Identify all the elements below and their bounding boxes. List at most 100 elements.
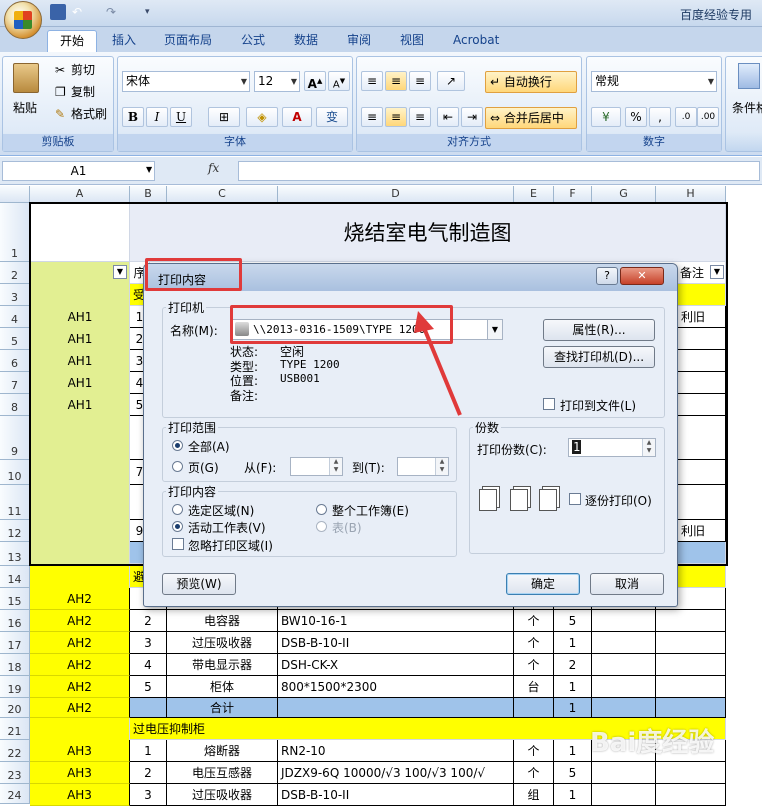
cell-h8[interactable] xyxy=(678,394,726,416)
align-middle-icon[interactable]: ≡ xyxy=(385,71,407,91)
cell-a8[interactable]: AH1 xyxy=(30,394,130,416)
column-header-6[interactable]: F xyxy=(554,186,592,203)
cell-a[interactable]: AH2 xyxy=(30,676,130,698)
cell-a[interactable]: AH3 xyxy=(30,784,130,806)
cell-b[interactable] xyxy=(130,698,167,718)
insert-function-icon[interactable]: fx xyxy=(208,161,236,181)
format-painter-icon[interactable]: ✎ xyxy=(55,105,65,123)
number-format-combo[interactable]: 常规 ▼ xyxy=(591,71,717,92)
column-header-8[interactable]: H xyxy=(656,186,726,203)
entire-workbook-radio[interactable] xyxy=(316,504,327,515)
copy-button[interactable]: 复制 xyxy=(71,83,95,101)
cell-c[interactable]: 带电显示器 xyxy=(167,654,278,676)
wrap-text-button[interactable]: ↵ 自动换行 xyxy=(485,71,577,93)
cell-d[interactable]: RN2-10 xyxy=(278,740,514,762)
cell-h11[interactable] xyxy=(678,485,726,520)
row-header-10[interactable]: 10 xyxy=(0,460,30,485)
column-header-4[interactable]: D xyxy=(278,186,514,203)
chevron-down-icon[interactable]: ▼ xyxy=(487,320,502,339)
tab-home[interactable]: 开始 xyxy=(47,30,98,53)
cancel-button[interactable]: 取消 xyxy=(590,573,664,595)
column-header-2[interactable]: B xyxy=(130,186,167,203)
cell-a5[interactable]: AH1 xyxy=(30,328,130,350)
properties-button[interactable]: 属性(R)... xyxy=(543,319,655,341)
cell-empty[interactable] xyxy=(592,654,656,676)
cell-h10[interactable] xyxy=(678,460,726,485)
row-header-22[interactable]: 22 xyxy=(0,740,30,762)
shrink-font-icon[interactable]: A▼ xyxy=(328,71,350,91)
cell-f[interactable]: 1 xyxy=(554,740,592,762)
cell-b[interactable]: 4 xyxy=(130,654,167,676)
tab-formulas[interactable]: 公式 xyxy=(229,30,277,53)
tab-view[interactable]: 视图 xyxy=(388,30,436,53)
tab-acrobat[interactable]: Acrobat xyxy=(441,30,511,53)
cell-empty[interactable] xyxy=(592,610,656,632)
cell-e[interactable]: 个 xyxy=(514,762,554,784)
row-header-4[interactable]: 4 xyxy=(0,306,30,328)
cell-c[interactable]: 过压吸收器 xyxy=(167,632,278,654)
help-button[interactable]: ? xyxy=(596,267,618,285)
collate-checkbox[interactable] xyxy=(569,493,581,505)
preview-button[interactable]: 预览(W) xyxy=(162,573,236,595)
tab-page-layout[interactable]: 页面布局 xyxy=(152,30,224,53)
increase-indent-icon[interactable]: ⇥ xyxy=(461,107,483,127)
row-header-14[interactable]: 14 xyxy=(0,566,30,588)
office-button[interactable] xyxy=(4,1,42,39)
row-header-9[interactable]: 9 xyxy=(0,416,30,460)
cell-a[interactable]: AH2 xyxy=(30,654,130,676)
row-header-18[interactable]: 18 xyxy=(0,654,30,676)
cell-e[interactable]: 台 xyxy=(514,676,554,698)
ignore-print-area-checkbox[interactable] xyxy=(172,538,184,550)
cell-empty[interactable] xyxy=(592,676,656,698)
cell-b[interactable]: 2 xyxy=(130,610,167,632)
row-header-17[interactable]: 17 xyxy=(0,632,30,654)
from-spinner[interactable]: ▲ ▼ xyxy=(290,457,343,476)
cell-empty[interactable] xyxy=(656,676,726,698)
column-header-1[interactable]: A xyxy=(30,186,130,203)
cell-e[interactable]: 组 xyxy=(514,784,554,806)
decrease-indent-icon[interactable]: ⇤ xyxy=(437,107,459,127)
cell-a[interactable]: AH2 xyxy=(30,632,130,654)
cell-a[interactable]: AH3 xyxy=(30,740,130,762)
borders-icon[interactable]: ⊞ xyxy=(208,107,240,127)
cell-d[interactable]: BW10-16-1 xyxy=(278,610,514,632)
cell-b[interactable]: 3 xyxy=(130,784,167,806)
spinner-arrows-icon[interactable]: ▲ ▼ xyxy=(642,439,655,456)
align-right-icon[interactable]: ≡ xyxy=(409,107,431,127)
cell-d[interactable]: 800*1500*2300 xyxy=(278,676,514,698)
align-bottom-icon[interactable]: ≡ xyxy=(409,71,431,91)
cell-f[interactable]: 1 xyxy=(554,698,592,718)
cell-empty[interactable] xyxy=(656,610,726,632)
cut-button[interactable]: 剪切 xyxy=(71,61,95,79)
cell-empty[interactable] xyxy=(656,762,726,784)
row-header-23[interactable]: 23 xyxy=(0,762,30,784)
orientation-icon[interactable]: ↗ xyxy=(437,71,465,91)
dialog-title-bar[interactable]: 打印内容 ? ✕ xyxy=(144,264,677,291)
font-color-icon[interactable]: A xyxy=(282,107,312,127)
row-header-24[interactable]: 24 xyxy=(0,784,30,804)
copies-spinner[interactable]: 1 ▲ ▼ xyxy=(568,438,656,457)
font-name-combo[interactable]: 宋体 ▼ xyxy=(122,71,250,92)
table-radio[interactable] xyxy=(316,521,327,532)
cell-c[interactable]: 合计 xyxy=(167,698,278,718)
row-header-19[interactable]: 19 xyxy=(0,676,30,698)
phonetic-button[interactable]: 变 xyxy=(316,107,348,127)
row-header-11[interactable]: 11 xyxy=(0,485,30,520)
save-icon[interactable] xyxy=(50,4,66,20)
align-center-icon[interactable]: ≡ xyxy=(385,107,407,127)
to-spinner[interactable]: ▲ ▼ xyxy=(397,457,449,476)
cell-h3[interactable] xyxy=(678,284,726,306)
bold-button[interactable]: B xyxy=(122,107,144,127)
tab-review[interactable]: 审阅 xyxy=(335,30,383,53)
cell-c[interactable]: 电容器 xyxy=(167,610,278,632)
filter-dropdown-icon[interactable]: ▼ xyxy=(113,265,127,279)
cell-c[interactable]: 过压吸收器 xyxy=(167,784,278,806)
cell-empty[interactable] xyxy=(656,784,726,806)
cell-h12[interactable]: 利旧 xyxy=(678,520,726,542)
tab-data[interactable]: 数据 xyxy=(282,30,330,53)
cell-f[interactable]: 5 xyxy=(554,762,592,784)
chevron-down-icon[interactable]: ▼ xyxy=(146,165,152,174)
cell-d[interactable]: DSH-CK-X xyxy=(278,654,514,676)
cell-h5[interactable] xyxy=(678,328,726,350)
formula-input[interactable] xyxy=(238,161,760,181)
